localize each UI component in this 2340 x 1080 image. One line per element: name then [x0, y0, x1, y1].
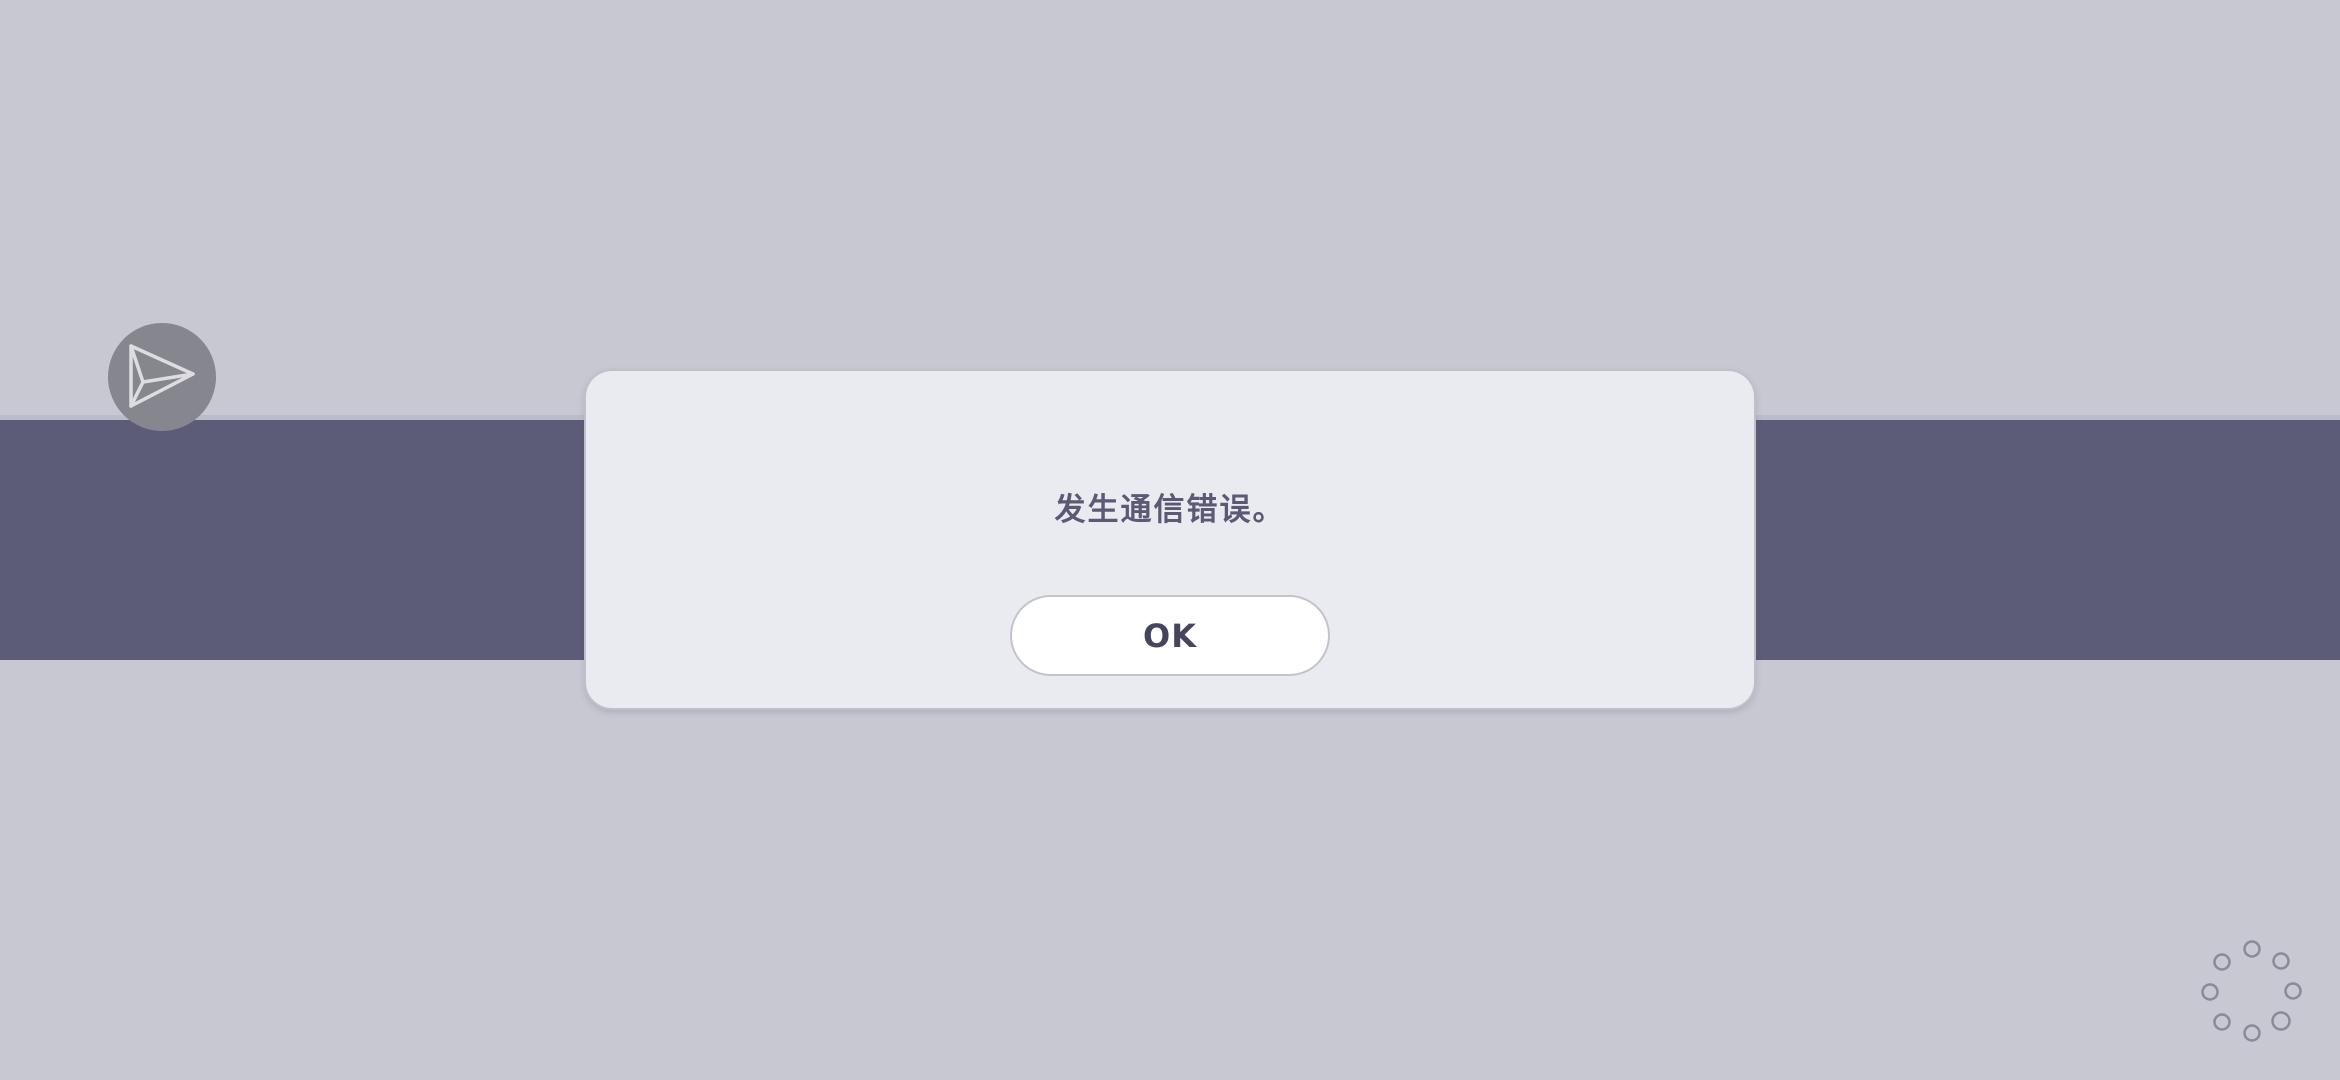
- ok-button[interactable]: OK: [1010, 595, 1330, 676]
- error-dialog: 发生通信错误。 OK: [586, 371, 1754, 708]
- game-screen: 发生通信错误。 OK: [0, 0, 2340, 1080]
- paper-plane-icon: [129, 344, 195, 408]
- loading-spinner-icon: [2201, 940, 2302, 1042]
- share-button[interactable]: [108, 323, 216, 431]
- dialog-message: 发生通信错误。: [1054, 492, 1286, 528]
